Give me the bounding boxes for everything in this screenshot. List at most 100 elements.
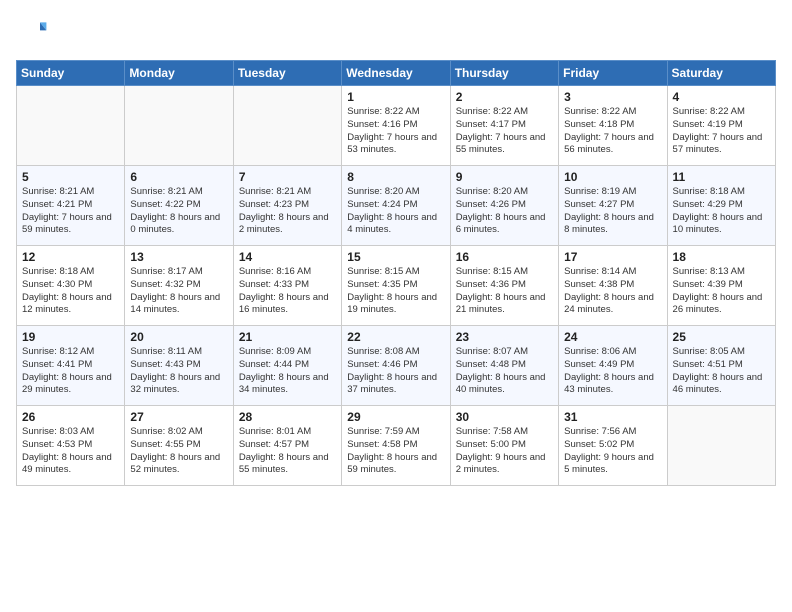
calendar-cell: 27 Sunrise: 8:02 AM Sunset: 4:55 PM Dayli… xyxy=(125,406,233,486)
calendar-cell: 28 Sunrise: 8:01 AM Sunset: 4:57 PM Dayli… xyxy=(233,406,341,486)
day-info: Sunrise: 8:08 AM Sunset: 4:46 PM Dayligh… xyxy=(347,346,444,397)
day-number: 19 xyxy=(22,330,119,344)
day-info: Sunrise: 8:21 AM Sunset: 4:23 PM Dayligh… xyxy=(239,186,336,237)
day-info: Sunrise: 7:59 AM Sunset: 4:58 PM Dayligh… xyxy=(347,426,444,477)
day-number: 31 xyxy=(564,410,661,424)
day-info: Sunrise: 8:15 AM Sunset: 4:36 PM Dayligh… xyxy=(456,266,553,317)
day-number: 25 xyxy=(673,330,770,344)
calendar-cell xyxy=(17,86,125,166)
day-info: Sunrise: 8:21 AM Sunset: 4:22 PM Dayligh… xyxy=(130,186,227,237)
day-info: Sunrise: 8:17 AM Sunset: 4:32 PM Dayligh… xyxy=(130,266,227,317)
calendar-table: SundayMondayTuesdayWednesdayThursdayFrid… xyxy=(16,60,776,486)
day-header-saturday: Saturday xyxy=(667,61,775,86)
day-info: Sunrise: 8:05 AM Sunset: 4:51 PM Dayligh… xyxy=(673,346,770,397)
calendar-cell: 31 Sunrise: 7:56 AM Sunset: 5:02 PM Dayli… xyxy=(559,406,667,486)
calendar-cell: 11 Sunrise: 8:18 AM Sunset: 4:29 PM Dayli… xyxy=(667,166,775,246)
day-number: 14 xyxy=(239,250,336,264)
day-number: 16 xyxy=(456,250,553,264)
day-number: 29 xyxy=(347,410,444,424)
day-number: 8 xyxy=(347,170,444,184)
calendar-cell: 12 Sunrise: 8:18 AM Sunset: 4:30 PM Dayli… xyxy=(17,246,125,326)
day-info: Sunrise: 8:22 AM Sunset: 4:17 PM Dayligh… xyxy=(456,106,553,157)
day-number: 23 xyxy=(456,330,553,344)
calendar-cell xyxy=(667,406,775,486)
day-number: 27 xyxy=(130,410,227,424)
calendar-cell: 18Sunrise: 8:13 AM Sunset: 4:39 PM Dayli… xyxy=(667,246,775,326)
calendar-cell: 10Sunrise: 8:19 AM Sunset: 4:27 PM Dayli… xyxy=(559,166,667,246)
day-header-thursday: Thursday xyxy=(450,61,558,86)
calendar-cell: 19Sunrise: 8:12 AM Sunset: 4:41 PM Dayli… xyxy=(17,326,125,406)
calendar-cell: 5Sunrise: 8:21 AM Sunset: 4:21 PM Daylig… xyxy=(17,166,125,246)
calendar-cell: 9 Sunrise: 8:20 AM Sunset: 4:26 PM Daylig… xyxy=(450,166,558,246)
day-info: Sunrise: 8:09 AM Sunset: 4:44 PM Dayligh… xyxy=(239,346,336,397)
day-number: 4 xyxy=(673,90,770,104)
day-number: 2 xyxy=(456,90,553,104)
calendar-cell: 20 Sunrise: 8:11 AM Sunset: 4:43 PM Dayli… xyxy=(125,326,233,406)
day-info: Sunrise: 8:01 AM Sunset: 4:57 PM Dayligh… xyxy=(239,426,336,477)
day-info: Sunrise: 8:18 AM Sunset: 4:30 PM Dayligh… xyxy=(22,266,119,317)
day-number: 21 xyxy=(239,330,336,344)
day-info: Sunrise: 8:22 AM Sunset: 4:16 PM Dayligh… xyxy=(347,106,444,157)
day-header-friday: Friday xyxy=(559,61,667,86)
day-number: 17 xyxy=(564,250,661,264)
calendar-cell: 26 Sunrise: 8:03 AM Sunset: 4:53 PM Dayli… xyxy=(17,406,125,486)
day-info: Sunrise: 8:03 AM Sunset: 4:53 PM Dayligh… xyxy=(22,426,119,477)
calendar-week-2: 5Sunrise: 8:21 AM Sunset: 4:21 PM Daylig… xyxy=(17,166,776,246)
calendar-cell: 8 Sunrise: 8:20 AM Sunset: 4:24 PM Daylig… xyxy=(342,166,450,246)
day-number: 28 xyxy=(239,410,336,424)
logo xyxy=(16,16,52,48)
day-number: 18 xyxy=(673,250,770,264)
day-number: 24 xyxy=(564,330,661,344)
calendar-cell: 13 Sunrise: 8:17 AM Sunset: 4:32 PM Dayli… xyxy=(125,246,233,326)
calendar-cell: 6Sunrise: 8:21 AM Sunset: 4:22 PM Daylig… xyxy=(125,166,233,246)
calendar-cell: 4 Sunrise: 8:22 AM Sunset: 4:19 PM Daylig… xyxy=(667,86,775,166)
day-info: Sunrise: 8:06 AM Sunset: 4:49 PM Dayligh… xyxy=(564,346,661,397)
day-header-sunday: Sunday xyxy=(17,61,125,86)
day-info: Sunrise: 8:20 AM Sunset: 4:26 PM Dayligh… xyxy=(456,186,553,237)
day-info: Sunrise: 8:07 AM Sunset: 4:48 PM Dayligh… xyxy=(456,346,553,397)
calendar-cell: 17 Sunrise: 8:14 AM Sunset: 4:38 PM Dayli… xyxy=(559,246,667,326)
calendar-cell xyxy=(125,86,233,166)
day-info: Sunrise: 8:21 AM Sunset: 4:21 PM Dayligh… xyxy=(22,186,119,237)
calendar-cell: 15Sunrise: 8:15 AM Sunset: 4:35 PM Dayli… xyxy=(342,246,450,326)
calendar-cell: 22 Sunrise: 8:08 AM Sunset: 4:46 PM Dayli… xyxy=(342,326,450,406)
logo-icon xyxy=(16,16,48,48)
day-info: Sunrise: 8:19 AM Sunset: 4:27 PM Dayligh… xyxy=(564,186,661,237)
calendar-week-3: 12 Sunrise: 8:18 AM Sunset: 4:30 PM Dayli… xyxy=(17,246,776,326)
calendar-cell: 2 Sunrise: 8:22 AM Sunset: 4:17 PM Daylig… xyxy=(450,86,558,166)
day-number: 30 xyxy=(456,410,553,424)
day-number: 26 xyxy=(22,410,119,424)
day-info: Sunrise: 7:56 AM Sunset: 5:02 PM Dayligh… xyxy=(564,426,661,477)
day-number: 7 xyxy=(239,170,336,184)
day-info: Sunrise: 8:02 AM Sunset: 4:55 PM Dayligh… xyxy=(130,426,227,477)
day-number: 22 xyxy=(347,330,444,344)
calendar-cell: 30 Sunrise: 7:58 AM Sunset: 5:00 PM Dayli… xyxy=(450,406,558,486)
calendar-header-row: SundayMondayTuesdayWednesdayThursdayFrid… xyxy=(17,61,776,86)
day-number: 3 xyxy=(564,90,661,104)
calendar-cell xyxy=(233,86,341,166)
day-number: 15 xyxy=(347,250,444,264)
day-info: Sunrise: 8:11 AM Sunset: 4:43 PM Dayligh… xyxy=(130,346,227,397)
day-header-wednesday: Wednesday xyxy=(342,61,450,86)
day-info: Sunrise: 8:18 AM Sunset: 4:29 PM Dayligh… xyxy=(673,186,770,237)
day-info: Sunrise: 8:20 AM Sunset: 4:24 PM Dayligh… xyxy=(347,186,444,237)
day-info: Sunrise: 7:58 AM Sunset: 5:00 PM Dayligh… xyxy=(456,426,553,477)
day-number: 13 xyxy=(130,250,227,264)
day-number: 9 xyxy=(456,170,553,184)
day-header-monday: Monday xyxy=(125,61,233,86)
calendar-week-4: 19Sunrise: 8:12 AM Sunset: 4:41 PM Dayli… xyxy=(17,326,776,406)
day-number: 12 xyxy=(22,250,119,264)
day-number: 20 xyxy=(130,330,227,344)
page-header xyxy=(16,16,776,48)
day-info: Sunrise: 8:22 AM Sunset: 4:18 PM Dayligh… xyxy=(564,106,661,157)
calendar-cell: 14 Sunrise: 8:16 AM Sunset: 4:33 PM Dayli… xyxy=(233,246,341,326)
calendar-cell: 21 Sunrise: 8:09 AM Sunset: 4:44 PM Dayli… xyxy=(233,326,341,406)
calendar-cell: 29 Sunrise: 7:59 AM Sunset: 4:58 PM Dayli… xyxy=(342,406,450,486)
day-info: Sunrise: 8:22 AM Sunset: 4:19 PM Dayligh… xyxy=(673,106,770,157)
calendar-week-5: 26 Sunrise: 8:03 AM Sunset: 4:53 PM Dayli… xyxy=(17,406,776,486)
day-info: Sunrise: 8:14 AM Sunset: 4:38 PM Dayligh… xyxy=(564,266,661,317)
day-number: 11 xyxy=(673,170,770,184)
day-info: Sunrise: 8:16 AM Sunset: 4:33 PM Dayligh… xyxy=(239,266,336,317)
calendar-cell: 3 Sunrise: 8:22 AM Sunset: 4:18 PM Daylig… xyxy=(559,86,667,166)
day-header-tuesday: Tuesday xyxy=(233,61,341,86)
